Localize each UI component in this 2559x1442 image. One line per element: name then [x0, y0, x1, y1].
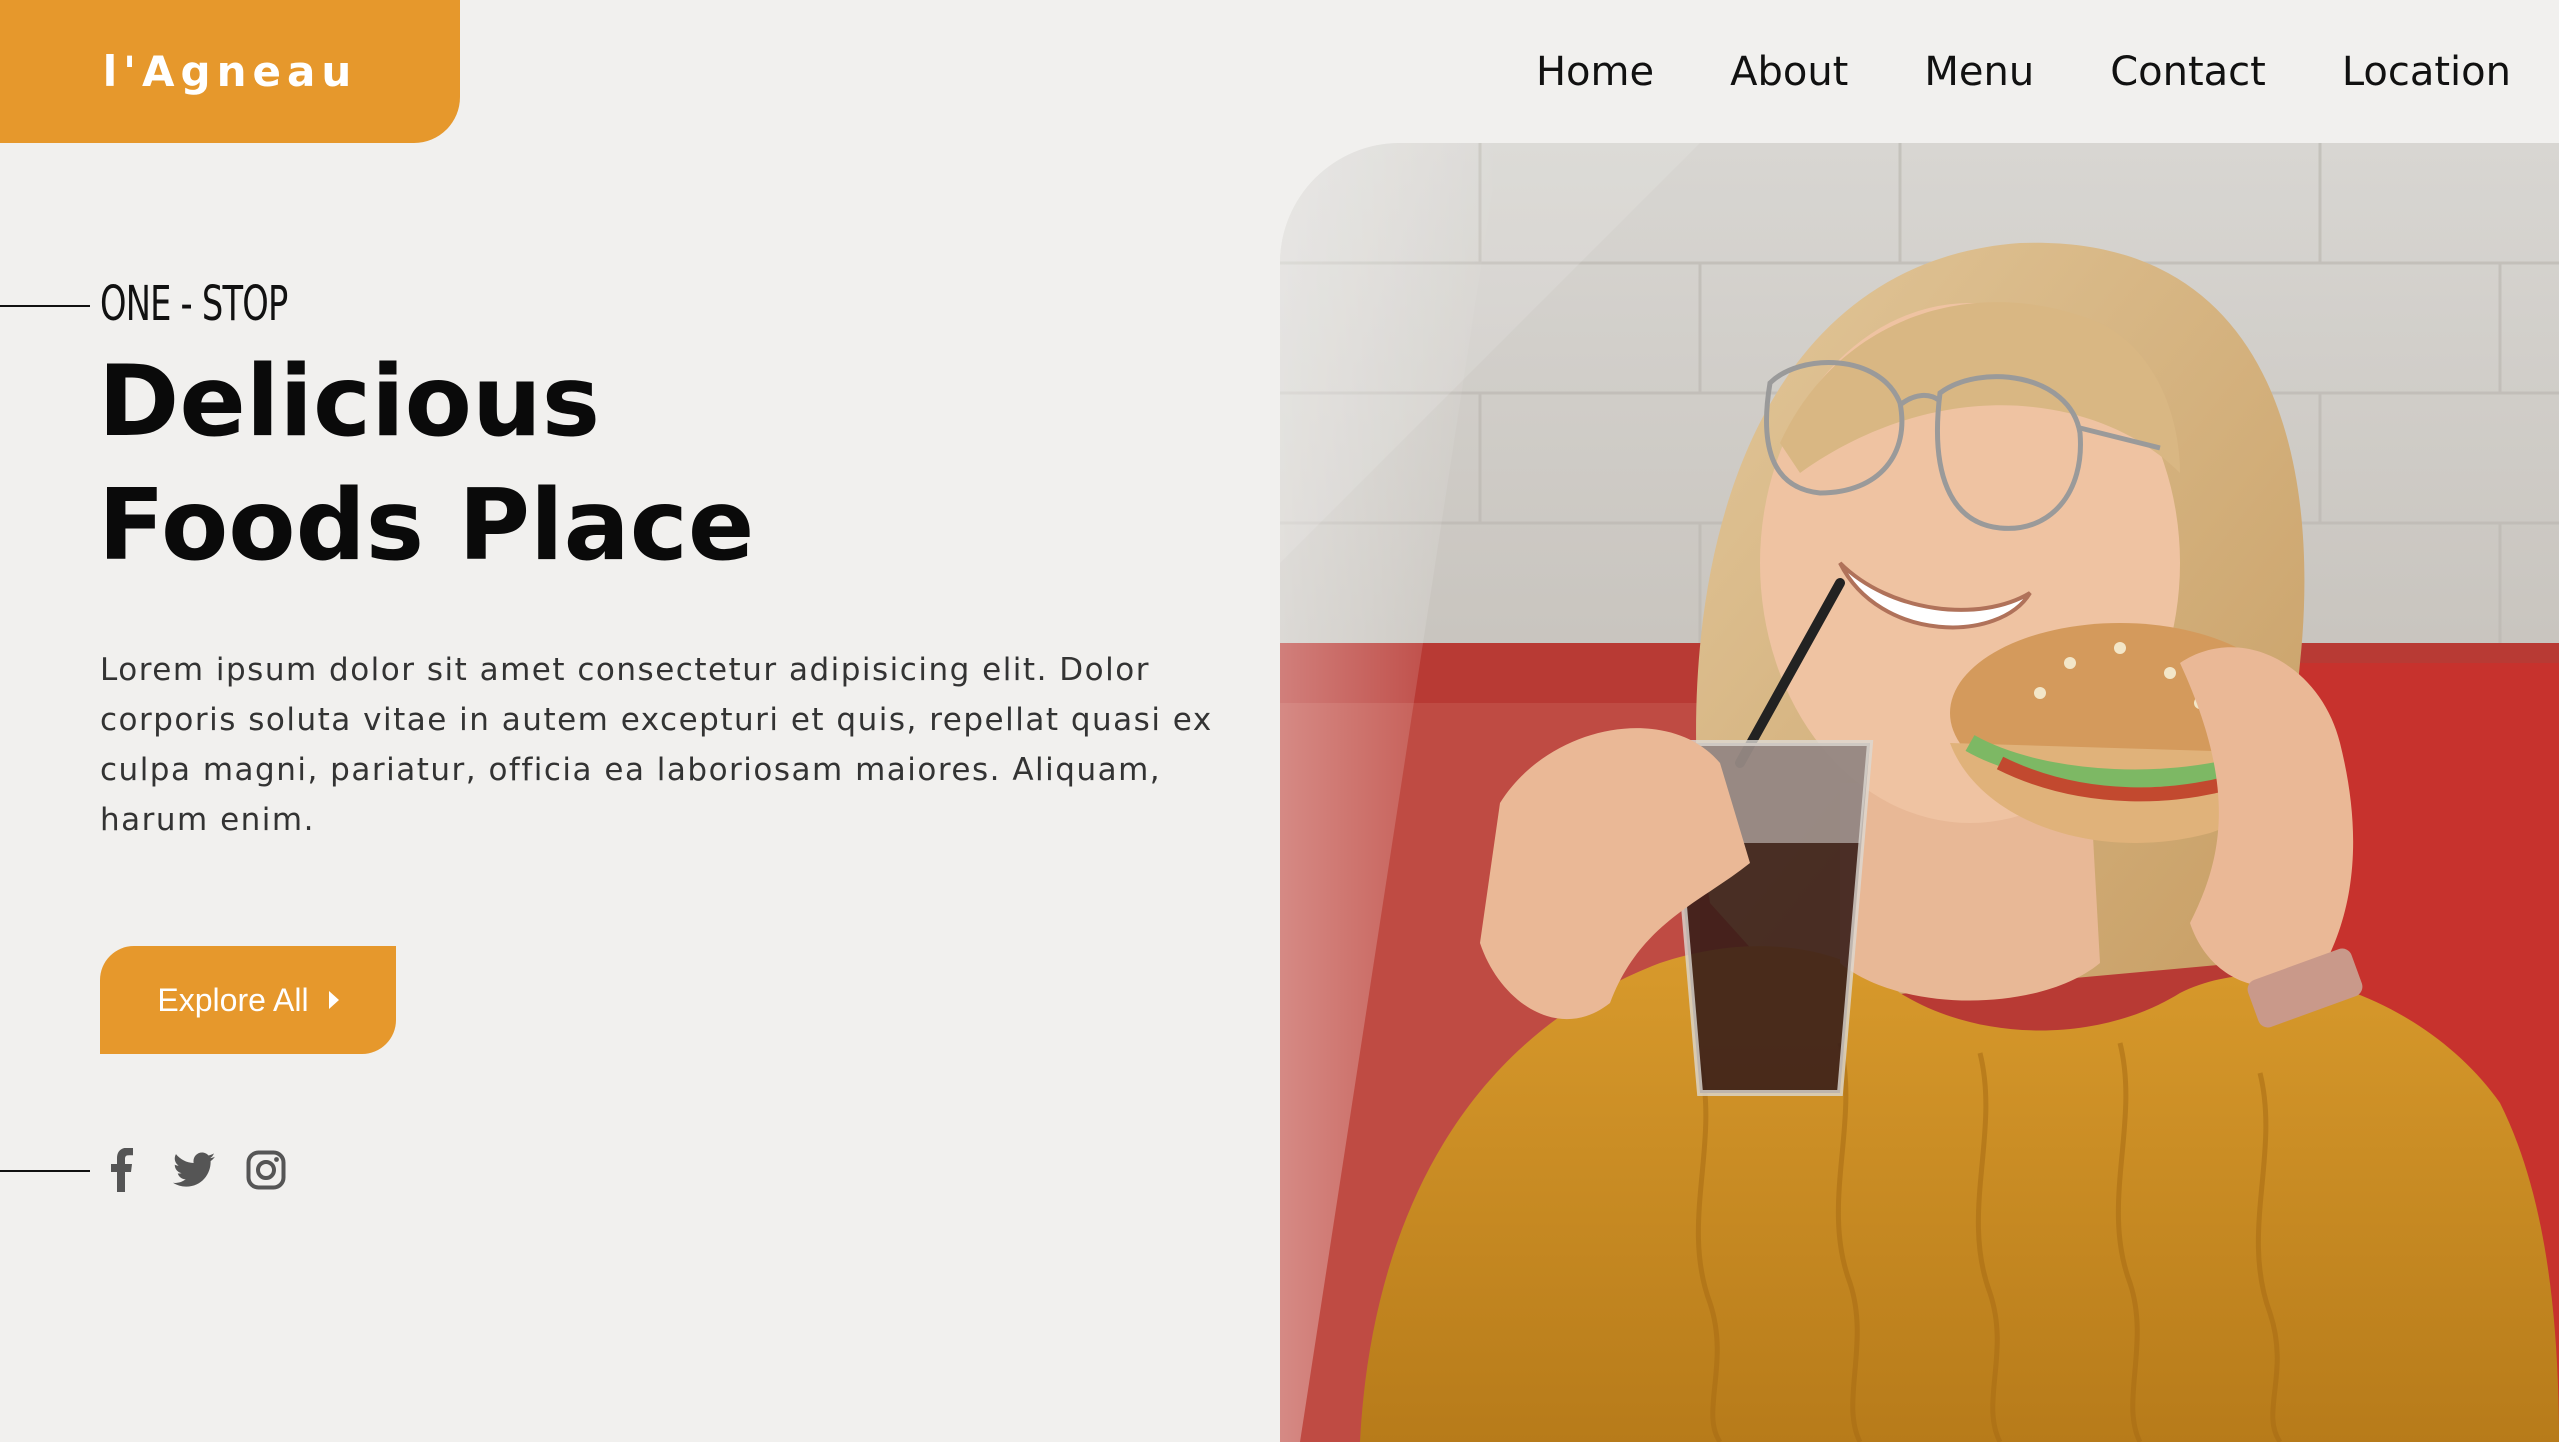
nav-about[interactable]: About: [1730, 49, 1848, 95]
social-links: [100, 1148, 316, 1192]
logo-text[interactable]: l'Agneau: [103, 47, 357, 96]
main-nav: Home About Menu Contact Location: [1460, 40, 2511, 104]
social-divider: [0, 1170, 90, 1172]
eyebrow-divider: [0, 305, 90, 307]
instagram-icon[interactable]: [244, 1148, 288, 1192]
facebook-icon[interactable]: [100, 1148, 144, 1192]
twitter-icon[interactable]: [172, 1148, 216, 1192]
nav-menu[interactable]: Menu: [1924, 49, 2034, 95]
landing-page: l'Agneau Home About Menu Contact Locatio…: [0, 0, 2559, 1442]
nav-home[interactable]: Home: [1536, 49, 1654, 95]
nav-contact[interactable]: Contact: [2110, 49, 2266, 95]
explore-all-label: Explore All: [157, 981, 309, 1018]
explore-all-button[interactable]: Explore All: [100, 946, 396, 1054]
hero-photo: [1280, 143, 2559, 1442]
headline-line-2: Foods Place: [98, 469, 755, 583]
caret-right-icon: [328, 991, 339, 1009]
eyebrow-text: ONE - STOP: [100, 276, 288, 332]
hero-description: Lorem ipsum dolor sit amet consectetur a…: [100, 652, 1213, 838]
headline-line-1: Delicious: [98, 345, 601, 459]
logo[interactable]: l'Agneau: [0, 0, 460, 143]
woman-eating-burger-photo: [1280, 143, 2559, 1442]
nav-location[interactable]: Location: [2342, 49, 2511, 95]
hero-headline: Delicious Foods Place: [98, 340, 858, 588]
